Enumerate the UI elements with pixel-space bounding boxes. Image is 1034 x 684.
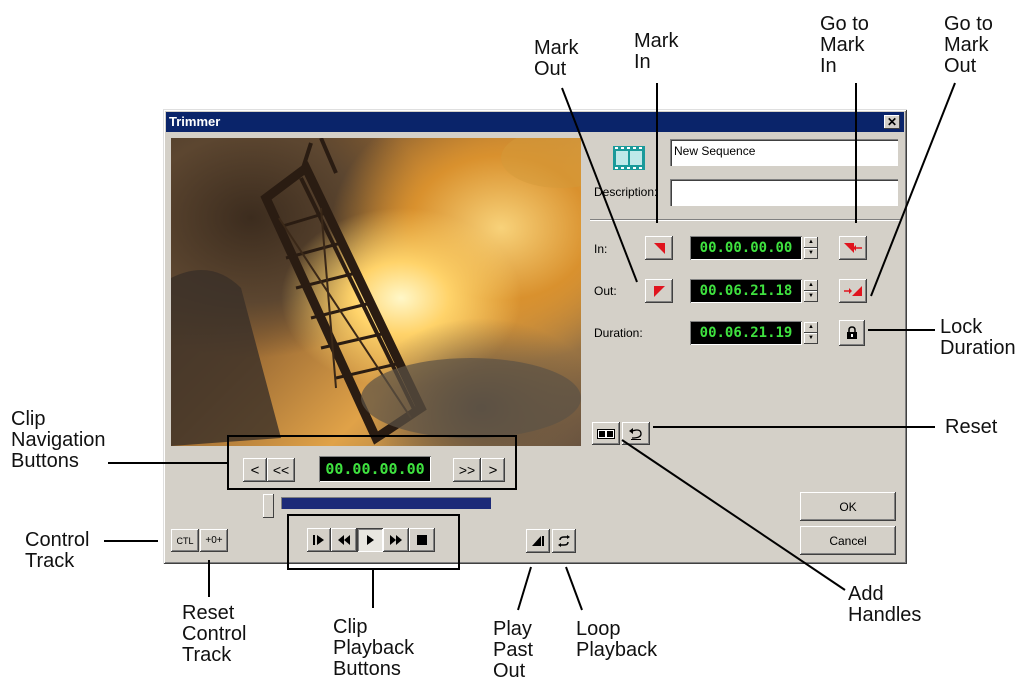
spin-down-icon[interactable]: ▼ — [804, 333, 818, 344]
cancel-button[interactable]: Cancel — [800, 526, 896, 555]
undo-arrow-icon — [629, 427, 642, 440]
mark-in-button[interactable] — [645, 236, 673, 260]
spin-up-icon[interactable]: ▲ — [804, 322, 818, 333]
trimmer-window: Trimmer ✕ < << 00.00.00.00 >> > CTL +0+ — [163, 109, 907, 564]
spin-down-icon[interactable]: ▼ — [804, 248, 818, 259]
go-to-mark-in-icon — [844, 243, 862, 253]
video-preview — [171, 138, 581, 446]
description-field[interactable] — [670, 179, 898, 206]
separator — [590, 219, 900, 221]
lock-duration-button[interactable] — [839, 320, 865, 346]
callout-clip-playback-buttons: Clip Playback Buttons — [333, 616, 415, 680]
padlock-icon — [847, 326, 857, 339]
go-to-mark-out-icon — [844, 286, 862, 296]
go-to-mark-out-button[interactable] — [839, 279, 867, 303]
in-timecode[interactable]: 00.00.00.00 — [690, 236, 802, 260]
callout-control-track: Control Track — [25, 529, 90, 572]
scrub-track — [281, 497, 491, 509]
clip-navigation-group-outline — [227, 435, 517, 490]
ok-button[interactable]: OK — [800, 492, 896, 521]
window-title: Trimmer — [169, 114, 221, 129]
callout-mark-in: Mark In — [634, 30, 679, 73]
out-timecode[interactable]: 00.06.21.18 — [690, 279, 802, 303]
out-timecode-spinner[interactable]: ▲ ▼ — [804, 280, 818, 302]
spin-down-icon[interactable]: ▼ — [804, 291, 818, 302]
add-handles-button[interactable] — [592, 422, 620, 445]
callout-loop-playback: Loop Playback — [576, 618, 658, 661]
clip-playback-group-outline — [287, 514, 460, 570]
callout-go-to-mark-in: Go to Mark In — [820, 13, 869, 77]
in-label: In: — [594, 242, 608, 256]
loop-playback-button[interactable] — [552, 529, 576, 553]
callout-reset: Reset — [945, 416, 998, 438]
spin-up-icon[interactable]: ▲ — [804, 237, 818, 248]
duration-label: Duration: — [594, 326, 643, 340]
scrub-bar[interactable] — [263, 494, 493, 518]
sequence-name-field[interactable]: New Sequence — [670, 139, 898, 166]
play-past-out-icon — [532, 536, 544, 546]
title-bar[interactable]: Trimmer ✕ — [166, 112, 904, 132]
description-label: Description: — [594, 185, 658, 199]
callout-clip-navigation-buttons: Clip Navigation Buttons — [11, 408, 106, 472]
close-button[interactable]: ✕ — [884, 115, 900, 129]
film-strip-icon — [613, 146, 645, 170]
control-track-button[interactable]: CTL — [171, 529, 199, 552]
callout-add-handles: Add Handles — [848, 583, 922, 626]
callout-lock-duration: Lock Duration — [940, 316, 1016, 359]
reset-control-track-button[interactable]: +0+ — [200, 529, 228, 552]
duration-timecode[interactable]: 00.06.21.19 — [690, 321, 802, 345]
loop-icon — [558, 535, 570, 547]
scrub-handle[interactable] — [263, 494, 274, 518]
callout-reset-control-track: Reset Control Track — [182, 602, 247, 666]
callout-go-to-mark-out: Go to Mark Out — [944, 13, 993, 77]
callout-play-past-out: Play Past Out — [493, 618, 534, 682]
mark-out-icon — [654, 286, 665, 297]
mark-out-button[interactable] — [645, 279, 673, 303]
in-timecode-spinner[interactable]: ▲ ▼ — [804, 237, 818, 259]
video-frame-image — [171, 138, 581, 446]
duration-timecode-spinner[interactable]: ▲ ▼ — [804, 322, 818, 344]
reset-button[interactable] — [622, 422, 650, 445]
spin-up-icon[interactable]: ▲ — [804, 280, 818, 291]
go-to-mark-in-button[interactable] — [839, 236, 867, 260]
add-handles-icon — [597, 428, 615, 439]
mark-in-icon — [654, 243, 665, 254]
callout-mark-out: Mark Out — [534, 37, 579, 80]
play-past-out-button[interactable] — [526, 529, 550, 553]
out-label: Out: — [594, 284, 617, 298]
